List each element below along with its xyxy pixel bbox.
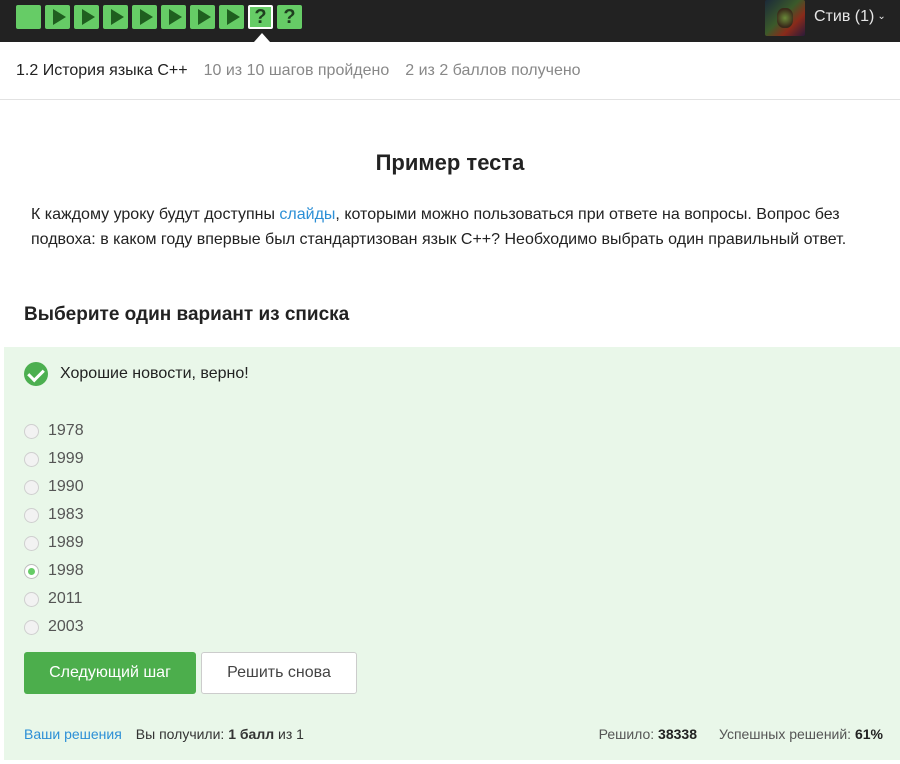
radio-button[interactable] bbox=[24, 479, 39, 495]
option-1978[interactable]: 1978 bbox=[24, 417, 84, 445]
answer-panel: Хорошие новости, верно! 1978 1999 1990 1… bbox=[4, 347, 900, 760]
step-6-video[interactable] bbox=[161, 5, 186, 29]
option-label: 1999 bbox=[48, 450, 84, 467]
option-label: 1989 bbox=[48, 534, 84, 551]
step-7-video[interactable] bbox=[190, 5, 215, 29]
lesson-header: 1.2 История языка C++ 10 из 10 шагов про… bbox=[0, 42, 900, 100]
lesson-score: 2 из 2 баллов получено bbox=[405, 61, 581, 79]
answer-options: 1978 1999 1990 1983 1989 1998 2011 2003 bbox=[24, 417, 84, 641]
play-icon bbox=[226, 9, 240, 25]
radio-button-selected[interactable] bbox=[24, 563, 39, 579]
play-icon bbox=[52, 9, 66, 25]
step-4-video[interactable] bbox=[103, 5, 128, 29]
step-5-video[interactable] bbox=[132, 5, 157, 29]
solved-count: 38338 bbox=[658, 726, 697, 742]
top-navigation-bar: ? ? Стив (1) ⌄ bbox=[0, 0, 900, 42]
play-icon bbox=[197, 9, 211, 25]
radio-button[interactable] bbox=[24, 535, 39, 551]
step-10-quiz[interactable]: ? bbox=[277, 5, 302, 29]
success-rate: 61% bbox=[854, 726, 883, 742]
step-8-video[interactable] bbox=[219, 5, 244, 29]
option-1990[interactable]: 1990 bbox=[24, 473, 84, 501]
intro-text: К каждому уроку будут доступны слайды, к… bbox=[31, 202, 876, 252]
radio-button[interactable] bbox=[24, 619, 39, 635]
question-heading: Выберите один вариант из списка bbox=[24, 304, 350, 325]
user-menu[interactable]: Стив (1) ⌄ bbox=[814, 8, 886, 26]
radio-button[interactable] bbox=[24, 451, 39, 467]
chevron-down-icon: ⌄ bbox=[877, 11, 886, 22]
user-name: Стив (1) bbox=[814, 8, 875, 25]
option-1999[interactable]: 1999 bbox=[24, 445, 84, 473]
slides-link[interactable]: слайды bbox=[279, 206, 335, 223]
question-mark-icon: ? bbox=[283, 6, 296, 28]
success-label: Успешных решений: bbox=[718, 726, 855, 742]
next-step-button[interactable]: Следующий шаг bbox=[24, 652, 196, 694]
option-1989[interactable]: 1989 bbox=[24, 529, 84, 557]
received-suffix: из 1 bbox=[274, 726, 304, 742]
option-2003[interactable]: 2003 bbox=[24, 613, 84, 641]
current-step-pointer bbox=[254, 33, 270, 42]
option-label: 1990 bbox=[48, 478, 84, 495]
step-navigation: ? ? bbox=[16, 5, 302, 29]
feedback-correct: Хорошие новости, верно! bbox=[24, 362, 249, 386]
step-9-quiz-current[interactable]: ? bbox=[248, 5, 273, 29]
play-icon bbox=[110, 9, 124, 25]
submission-info: Ваши решения Вы получили: 1 балл из 1 bbox=[24, 726, 304, 742]
lesson-progress: 10 из 10 шагов пройдено bbox=[203, 61, 390, 79]
step-1-text[interactable] bbox=[16, 5, 41, 29]
step-2-video[interactable] bbox=[45, 5, 70, 29]
check-circle-icon bbox=[24, 362, 48, 386]
your-solutions-link[interactable]: Ваши решения bbox=[24, 726, 122, 742]
option-label: 2011 bbox=[48, 590, 83, 607]
play-icon bbox=[139, 9, 153, 25]
solved-label: Решило: bbox=[598, 726, 659, 742]
radio-button[interactable] bbox=[24, 591, 39, 607]
option-label: 2003 bbox=[48, 618, 84, 635]
user-avatar-icon[interactable] bbox=[765, 0, 805, 36]
option-2011[interactable]: 2011 bbox=[24, 585, 84, 613]
intro-text-start: К каждому уроку будут доступны bbox=[31, 206, 280, 223]
play-icon bbox=[168, 9, 182, 25]
feedback-text: Хорошие новости, верно! bbox=[60, 365, 249, 382]
received-value: 1 балл bbox=[228, 726, 275, 742]
question-mark-icon: ? bbox=[254, 6, 267, 28]
option-1983[interactable]: 1983 bbox=[24, 501, 84, 529]
solution-stats: Решило: 38338 Успешных решений: 61% bbox=[599, 726, 883, 742]
play-icon bbox=[81, 9, 95, 25]
received-label: Вы получили: bbox=[135, 726, 229, 742]
page-title: Пример теста bbox=[375, 150, 525, 175]
step-3-video[interactable] bbox=[74, 5, 99, 29]
option-label: 1983 bbox=[48, 506, 84, 523]
solve-again-button[interactable]: Решить снова bbox=[201, 652, 357, 694]
option-label: 1978 bbox=[48, 422, 84, 439]
radio-button[interactable] bbox=[24, 423, 39, 439]
radio-button[interactable] bbox=[24, 507, 39, 523]
option-label: 1998 bbox=[48, 562, 84, 579]
option-1998[interactable]: 1998 bbox=[24, 557, 84, 585]
lesson-title: 1.2 История языка C++ bbox=[16, 61, 188, 79]
